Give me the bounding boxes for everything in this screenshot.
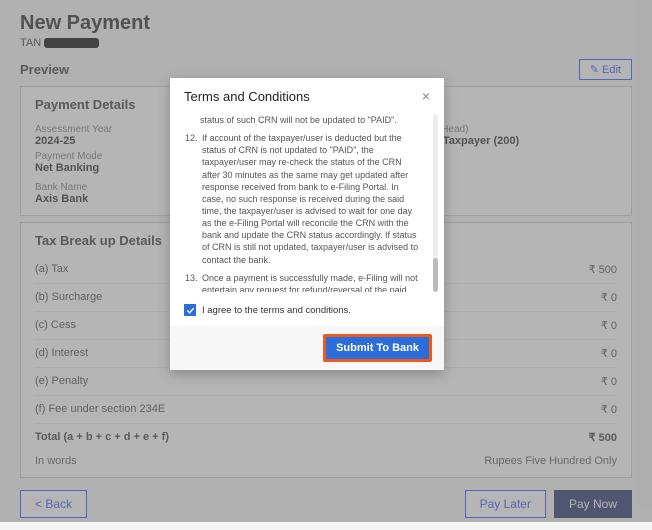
submit-highlight: Submit To Bank (323, 334, 432, 362)
close-icon[interactable]: × (422, 88, 430, 104)
term-item-13: Once a payment is successfully made, e-F… (200, 272, 422, 292)
scrollbar[interactable] (433, 114, 438, 292)
agree-checkbox[interactable] (184, 304, 196, 316)
term-fragment: status of such CRN will not be updated t… (184, 114, 422, 126)
terms-modal: Terms and Conditions × status of such CR… (170, 78, 444, 370)
submit-to-bank-button[interactable]: Submit To Bank (326, 337, 429, 359)
scroll-thumb[interactable] (433, 258, 438, 292)
modal-title: Terms and Conditions (184, 89, 310, 104)
agree-label: I agree to the terms and conditions. (202, 305, 351, 316)
term-item-12: If account of the taxpayer/user is deduc… (200, 132, 422, 266)
modal-body: status of such CRN will not be updated t… (170, 110, 444, 302)
